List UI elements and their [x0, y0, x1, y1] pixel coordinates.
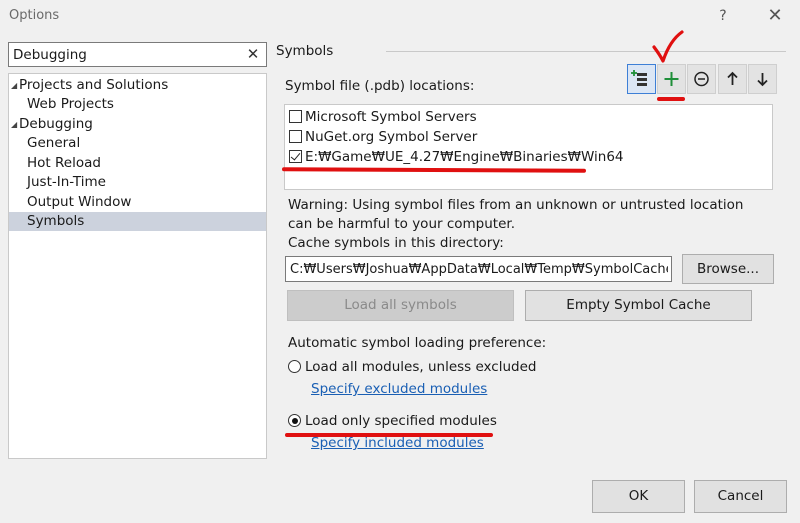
location-label: E:₩Game₩UE_4.27₩Engine₩Binaries₩Win64: [305, 149, 624, 165]
tree-item-label: Symbols: [27, 213, 85, 229]
help-button[interactable]: ?: [712, 5, 734, 27]
annotation-underline-specified: [285, 433, 493, 437]
location-checkbox[interactable]: [289, 130, 302, 143]
location-row-microsoft[interactable]: Microsoft Symbol Servers: [289, 107, 477, 127]
tree-item-general[interactable]: General: [9, 134, 266, 153]
annotation-underline-add: [657, 97, 685, 101]
tree-item-debugging[interactable]: ◢ Debugging: [9, 115, 266, 134]
page-title: Symbols: [276, 43, 334, 59]
search-input[interactable]: [13, 45, 233, 64]
expanded-triangle-icon[interactable]: ◢: [11, 115, 19, 134]
location-row-custom-path[interactable]: E:₩Game₩UE_4.27₩Engine₩Binaries₩Win64: [289, 147, 624, 167]
radio-label: Load only specified modules: [305, 413, 497, 429]
expanded-triangle-icon[interactable]: ◢: [11, 76, 19, 95]
tree-item-label: Web Projects: [27, 96, 114, 112]
tree-item-label: Hot Reload: [27, 155, 101, 171]
remove-icon: [694, 71, 709, 87]
heading-divider: [386, 51, 786, 52]
tree-item-symbols[interactable]: Symbols: [9, 212, 266, 231]
move-down-button[interactable]: [748, 64, 777, 94]
tree-item-hot-reload[interactable]: Hot Reload: [9, 154, 266, 173]
radio-load-all-modules[interactable]: Load all modules, unless excluded: [288, 357, 536, 377]
tree-item-output-window[interactable]: Output Window: [9, 193, 266, 212]
location-row-nuget[interactable]: NuGet.org Symbol Server: [289, 127, 477, 147]
tree-item-label: Output Window: [27, 194, 132, 210]
move-up-button[interactable]: [718, 64, 747, 94]
tree-item-label: Just-In-Time: [27, 174, 106, 190]
annotation-checkmark: [652, 30, 684, 63]
arrow-down-icon: [757, 73, 768, 87]
cancel-button[interactable]: Cancel: [694, 480, 787, 513]
specify-excluded-modules-link[interactable]: Specify excluded modules: [311, 381, 487, 397]
location-checkbox[interactable]: [289, 150, 302, 163]
tree-item-label: Projects and Solutions: [19, 77, 169, 93]
tree-item-label: Debugging: [19, 116, 93, 132]
cache-directory-field[interactable]: [285, 256, 672, 282]
browse-button[interactable]: Browse...: [682, 254, 774, 284]
empty-symbol-cache-button[interactable]: Empty Symbol Cache: [525, 290, 752, 321]
tree-item-label: General: [27, 135, 81, 151]
ok-button[interactable]: OK: [592, 480, 685, 513]
close-button[interactable]: ✕: [764, 5, 786, 27]
clear-search-icon[interactable]: ✕: [244, 44, 262, 65]
location-label: NuGet.org Symbol Server: [305, 129, 478, 145]
tree-item-web-projects[interactable]: Web Projects: [9, 95, 266, 114]
auto-loading-label: Automatic symbol loading preference:: [288, 335, 547, 351]
symbol-locations-label: Symbol file (.pdb) locations:: [285, 78, 475, 94]
add-icon: [664, 72, 679, 86]
load-all-symbols-button: Load all symbols: [287, 290, 514, 321]
window-title: Options: [9, 8, 60, 23]
radio-button[interactable]: [288, 360, 301, 373]
cache-directory-input[interactable]: [290, 260, 668, 279]
load-symbols-icon: [631, 70, 647, 86]
symbol-locations-list: Microsoft Symbol Servers NuGet.org Symbo…: [284, 104, 773, 190]
radio-label: Load all modules, unless excluded: [305, 359, 537, 375]
remove-location-button[interactable]: [687, 64, 716, 94]
options-tree: ◢ Projects and Solutions Web Projects ◢ De…: [8, 73, 267, 459]
cache-directory-label: Cache symbols in this directory:: [288, 235, 504, 251]
tree-item-projects-and-solutions[interactable]: ◢ Projects and Solutions: [9, 76, 266, 95]
specify-included-modules-link[interactable]: Specify included modules: [311, 435, 484, 451]
location-checkbox[interactable]: [289, 110, 302, 123]
location-label: Microsoft Symbol Servers: [305, 109, 477, 125]
radio-load-specified-modules[interactable]: Load only specified modules: [288, 411, 497, 431]
add-location-button[interactable]: [657, 64, 686, 94]
arrow-up-icon: [727, 71, 738, 85]
tree-item-just-in-time[interactable]: Just-In-Time: [9, 173, 266, 192]
untrusted-location-warning: Warning: Using symbol files from an unkn…: [288, 197, 744, 232]
radio-button[interactable]: [288, 414, 301, 427]
options-search-box[interactable]: ✕: [8, 42, 267, 67]
load-symbols-button[interactable]: [627, 64, 656, 94]
title-bar: [0, 0, 800, 34]
